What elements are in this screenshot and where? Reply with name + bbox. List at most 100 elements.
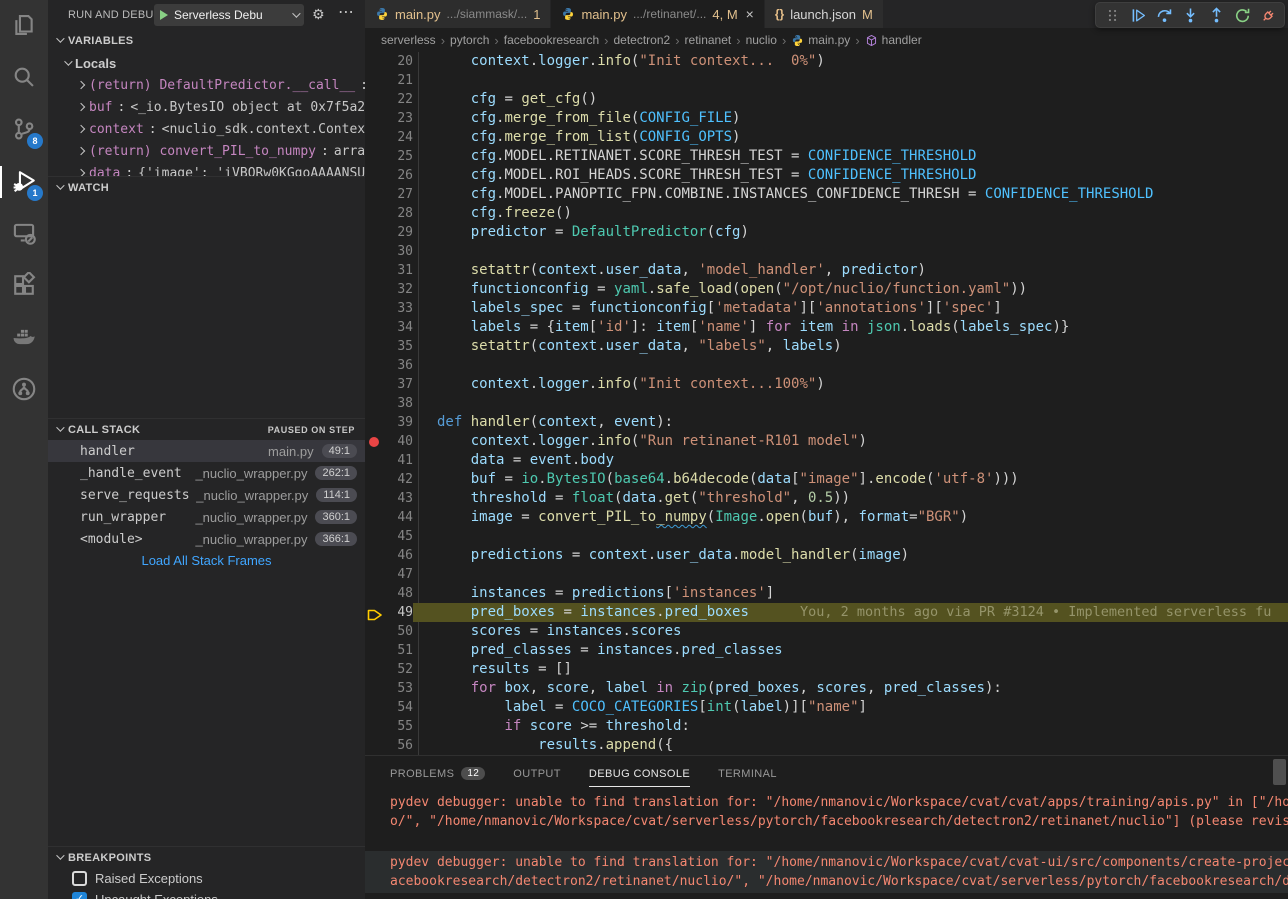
load-all-stack-frames-link[interactable]: Load All Stack Frames bbox=[48, 550, 365, 572]
code-editor[interactable]: 20 context.logger.info("Init context... … bbox=[365, 52, 1288, 755]
code-text[interactable]: predictor = DefaultPredictor(cfg) bbox=[413, 223, 1288, 242]
activity-item-extensions[interactable] bbox=[0, 260, 48, 312]
breakpoint-gutter[interactable] bbox=[365, 204, 385, 223]
breakpoint-gutter[interactable] bbox=[365, 508, 385, 527]
breakpoint-row[interactable]: Raised Exceptions bbox=[48, 868, 365, 889]
code-text[interactable]: results = [] bbox=[413, 660, 1288, 679]
console-scrollbar[interactable] bbox=[1273, 759, 1286, 785]
breakpoint-gutter[interactable] bbox=[365, 299, 385, 318]
breakpoint-gutter[interactable] bbox=[365, 223, 385, 242]
code-text[interactable]: labels = {item['id']: item['name'] for i… bbox=[413, 318, 1288, 337]
code-text[interactable]: image = convert_PIL_to_numpy(Image.open(… bbox=[413, 508, 1288, 527]
breadcrumb-item-pytorch[interactable]: pytorch bbox=[450, 33, 489, 47]
breakpoint-gutter[interactable] bbox=[365, 489, 385, 508]
code-text[interactable] bbox=[413, 71, 1288, 90]
breakpoint-gutter[interactable] bbox=[365, 679, 385, 698]
breakpoint-gutter[interactable] bbox=[365, 356, 385, 375]
breakpoint-gutter[interactable] bbox=[365, 109, 385, 128]
breakpoint-gutter[interactable] bbox=[365, 375, 385, 394]
variable-row[interactable]: buf: <_io.BytesIO object at 0x7f5a2dc1ec… bbox=[48, 96, 365, 118]
code-text[interactable]: for box, score, label in zip(pred_boxes,… bbox=[413, 679, 1288, 698]
code-text[interactable]: cfg.merge_from_list(CONFIG_OPTS) bbox=[413, 128, 1288, 147]
activity-item-source-control[interactable]: 8 bbox=[0, 104, 48, 156]
code-text[interactable]: if score >= threshold: bbox=[413, 717, 1288, 736]
activity-item-search[interactable] bbox=[0, 52, 48, 104]
code-text[interactable]: context.logger.info("Run retinanet-R101 … bbox=[413, 432, 1288, 451]
code-text[interactable] bbox=[413, 356, 1288, 375]
breadcrumb-item-retinanet[interactable]: retinanet bbox=[685, 33, 732, 47]
breakpoint-gutter[interactable] bbox=[365, 166, 385, 185]
code-text[interactable]: cfg.MODEL.PANOPTIC_FPN.COMBINE.INSTANCES… bbox=[413, 185, 1288, 204]
breadcrumb-item-nuclio[interactable]: nuclio bbox=[746, 33, 777, 47]
code-text[interactable]: functionconfig = yaml.safe_load(open("/o… bbox=[413, 280, 1288, 299]
code-text[interactable] bbox=[413, 527, 1288, 546]
code-text[interactable]: scores = instances.scores bbox=[413, 622, 1288, 641]
breadcrumb-item-main.py[interactable]: main.py bbox=[791, 33, 850, 47]
activity-item-remote-explorer[interactable] bbox=[0, 208, 48, 260]
breakpoint-gutter[interactable] bbox=[365, 90, 385, 109]
code-text[interactable]: buf = io.BytesIO(base64.b64decode(data["… bbox=[413, 470, 1288, 489]
breakpoint-gutter[interactable] bbox=[365, 394, 385, 413]
checkbox[interactable] bbox=[72, 871, 87, 886]
activity-item-docker[interactable] bbox=[0, 312, 48, 364]
panel-tab-terminal[interactable]: TERMINAL bbox=[718, 756, 777, 791]
breakpoint-gutter[interactable] bbox=[365, 470, 385, 489]
code-text[interactable]: pred_classes = instances.pred_classes bbox=[413, 641, 1288, 660]
breakpoint-gutter[interactable] bbox=[365, 432, 385, 451]
stack-frame-row[interactable]: run_wrapper_nuclio_wrapper.py360:1 bbox=[48, 506, 365, 528]
breakpoint-gutter[interactable] bbox=[365, 71, 385, 90]
code-text[interactable] bbox=[413, 565, 1288, 584]
editor-tab-launch.json[interactable]: {}launch.jsonM bbox=[765, 0, 884, 28]
breakpoint-gutter[interactable] bbox=[365, 603, 385, 622]
variables-scope-locals[interactable]: Locals bbox=[48, 52, 365, 74]
breakpoint-gutter[interactable] bbox=[365, 698, 385, 717]
code-text[interactable]: setattr(context.user_data, 'model_handle… bbox=[413, 261, 1288, 280]
breakpoint-gutter[interactable] bbox=[365, 318, 385, 337]
close-icon[interactable]: × bbox=[746, 6, 754, 22]
code-text[interactable]: setattr(context.user_data, "labels", lab… bbox=[413, 337, 1288, 356]
breakpoint-gutter[interactable] bbox=[365, 584, 385, 603]
step-into-button[interactable] bbox=[1178, 4, 1202, 26]
breakpoint-gutter[interactable] bbox=[365, 147, 385, 166]
restart-button[interactable] bbox=[1230, 4, 1254, 26]
code-text[interactable]: results.append({ bbox=[413, 736, 1288, 755]
breakpoint-gutter[interactable] bbox=[365, 622, 385, 641]
breakpoint-gutter[interactable] bbox=[365, 242, 385, 261]
start-debug-icon[interactable] bbox=[160, 10, 168, 20]
variable-row[interactable]: context: <nuclio_sdk.context.Context obj… bbox=[48, 118, 365, 140]
debug-config-dropdown[interactable]: Serverless Debu bbox=[154, 4, 304, 26]
breakpoint-gutter[interactable] bbox=[365, 717, 385, 736]
stack-frame-row[interactable]: <module>_nuclio_wrapper.py366:1 bbox=[48, 528, 365, 550]
code-text[interactable]: cfg.merge_from_file(CONFIG_FILE) bbox=[413, 109, 1288, 128]
breakpoint-gutter[interactable] bbox=[365, 451, 385, 470]
breakpoint-gutter[interactable] bbox=[365, 261, 385, 280]
breadcrumb-item-detectron2[interactable]: detectron2 bbox=[613, 33, 670, 47]
code-text[interactable]: def handler(context, event): bbox=[413, 413, 1288, 432]
code-text[interactable]: label = COCO_CATEGORIES[int(label)]["nam… bbox=[413, 698, 1288, 717]
code-text[interactable]: predictions = context.user_data.model_ha… bbox=[413, 546, 1288, 565]
breadcrumb-item-handler[interactable]: handler bbox=[865, 33, 922, 47]
panel-tab-problems[interactable]: PROBLEMS12 bbox=[390, 756, 485, 791]
code-text[interactable]: cfg.MODEL.ROI_HEADS.SCORE_THRESH_TEST = … bbox=[413, 166, 1288, 185]
breakpoint-gutter[interactable] bbox=[365, 565, 385, 584]
breakpoint-gutter[interactable] bbox=[365, 736, 385, 755]
code-text[interactable]: cfg.MODEL.RETINANET.SCORE_THRESH_TEST = … bbox=[413, 147, 1288, 166]
gear-icon[interactable]: ⚙ bbox=[312, 6, 325, 23]
code-text[interactable]: instances = predictions['instances'] bbox=[413, 584, 1288, 603]
breakpoint-row[interactable]: ✓Uncaught Exceptions bbox=[48, 889, 365, 899]
breakpoint-gutter[interactable] bbox=[365, 280, 385, 299]
variable-row[interactable]: (return) DefaultPredictor.__call__: {'in… bbox=[48, 74, 365, 96]
breakpoint-gutter[interactable] bbox=[365, 660, 385, 679]
variable-row[interactable]: data: {'image': 'iVBORw0KGgoAAAANSUhE… bbox=[48, 162, 365, 176]
watch-header[interactable]: WATCH bbox=[48, 176, 365, 198]
breakpoint-gutter[interactable] bbox=[365, 413, 385, 432]
code-text[interactable] bbox=[413, 394, 1288, 413]
activity-item-git-graph[interactable] bbox=[0, 364, 48, 416]
breakpoint-gutter[interactable] bbox=[365, 546, 385, 565]
code-text[interactable]: cfg.freeze() bbox=[413, 204, 1288, 223]
code-text[interactable]: context.logger.info("Init context... 0%"… bbox=[413, 52, 1288, 71]
more-actions-icon[interactable]: ⋯ bbox=[338, 2, 354, 22]
editor-tab-main.py[interactable]: main.py.../retinanet/...4, M× bbox=[551, 0, 764, 28]
continue-button[interactable] bbox=[1126, 4, 1150, 26]
panel-tab-debug-console[interactable]: DEBUG CONSOLE bbox=[589, 756, 690, 791]
